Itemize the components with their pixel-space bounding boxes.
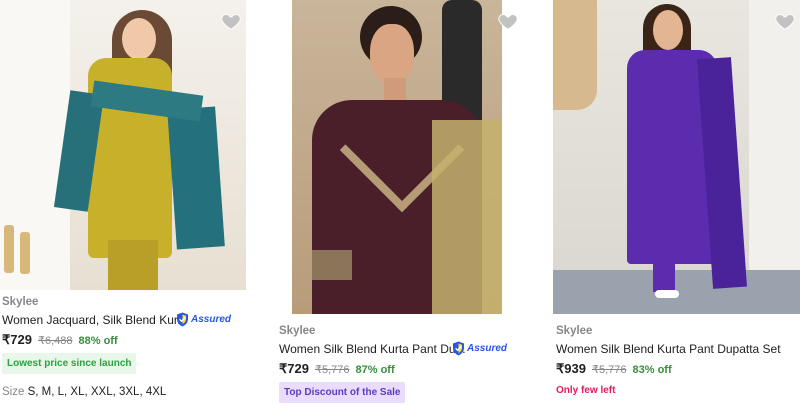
assured-label: Assured [467, 343, 508, 354]
size-label: Size [2, 386, 25, 398]
brand-name: Skylee [556, 325, 593, 337]
assured-badge: Assured [176, 312, 231, 327]
product-image[interactable] [292, 0, 502, 314]
brand-name: Skylee [279, 325, 316, 337]
discount-percent: 83% off [632, 364, 672, 376]
discount-percent: 87% off [355, 364, 395, 376]
heart-icon[interactable] [497, 10, 519, 32]
heart-icon[interactable] [220, 10, 242, 32]
price-row: ₹729 ₹6,488 88% off [2, 332, 118, 348]
pants [108, 240, 158, 290]
dupatta-right [167, 106, 225, 250]
price-row: ₹939 ₹5,776 83% off [556, 361, 672, 377]
face [122, 18, 156, 60]
sandals [655, 290, 679, 298]
candle-stand [20, 232, 30, 274]
background-pillar [749, 0, 800, 314]
top-discount-tag: Top Discount of the Sale [279, 382, 406, 403]
product-image[interactable] [0, 0, 246, 290]
size-values: S, M, L, XL, XXL, 3XL, 4XL [27, 386, 167, 398]
candle-stand [4, 225, 14, 273]
assured-label: Assured [191, 314, 232, 325]
original-price: ₹5,776 [591, 364, 627, 376]
face [370, 24, 414, 84]
original-price: ₹6,488 [37, 335, 73, 347]
background-statue [553, 0, 597, 110]
price: ₹729 [2, 332, 32, 347]
price-row: ₹729 ₹5,776 87% off [279, 361, 395, 377]
only-few-left-tag: Only few left [556, 385, 616, 396]
face [653, 10, 683, 50]
lowest-price-tag: Lowest price since launch [2, 353, 137, 374]
sleeve-border [312, 250, 352, 280]
product-title[interactable]: Women Jacquard, Silk Blend Kur... [2, 313, 187, 327]
dupatta [432, 120, 502, 314]
price: ₹729 [279, 361, 309, 376]
heart-icon[interactable] [774, 10, 796, 32]
product-title[interactable]: Women Silk Blend Kurta Pant Dupatta Set [556, 342, 781, 356]
assured-shield-icon [453, 341, 464, 356]
original-price: ₹5,776 [314, 364, 350, 376]
assured-shield-icon [177, 312, 188, 327]
product-title[interactable]: Women Silk Blend Kurta Pant Du... [279, 342, 466, 356]
assured-badge: Assured [452, 341, 507, 356]
sizes-row: Size S, M, L, XL, XXL, 3XL, 4XL [2, 386, 166, 398]
brand-name: Skylee [2, 296, 39, 308]
pants [653, 262, 675, 292]
product-image[interactable] [553, 0, 800, 314]
price: ₹939 [556, 361, 586, 376]
discount-percent: 88% off [78, 335, 118, 347]
